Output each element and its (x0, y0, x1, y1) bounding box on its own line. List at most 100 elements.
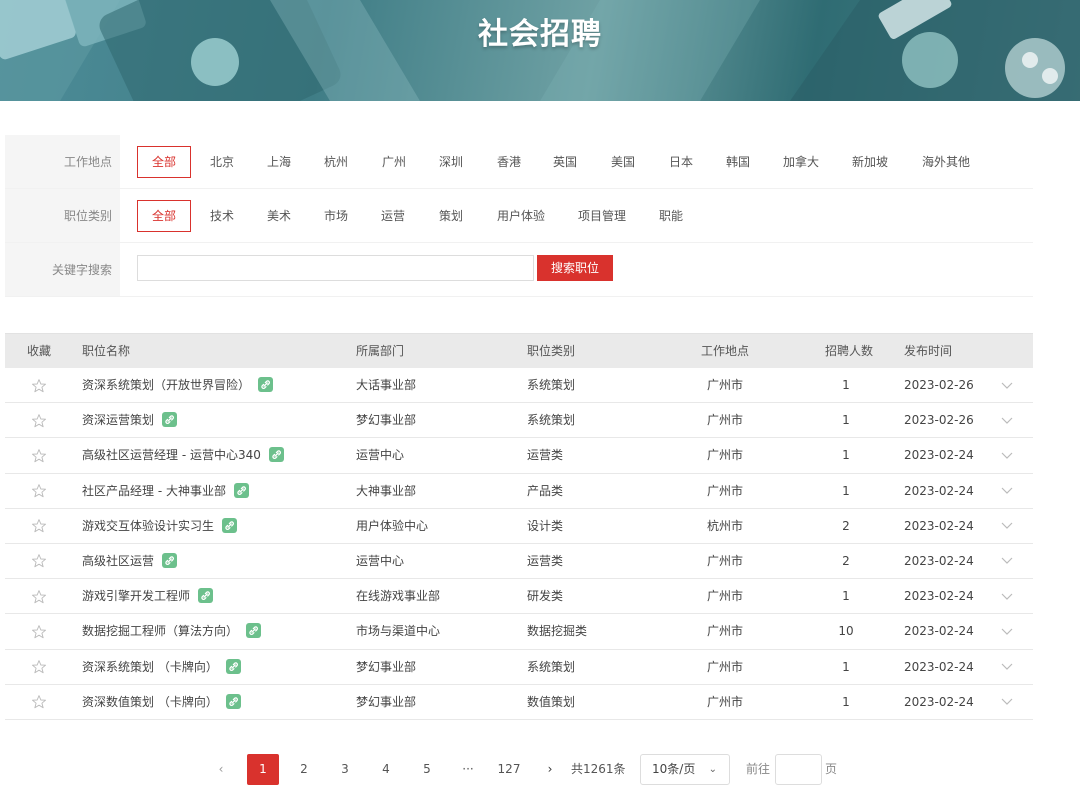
table-row[interactable]: 资深数值策划 （卡牌向） 梦幻事业部 数值策划 广州市 1 2023-02-24 (5, 685, 1033, 720)
job-name-cell[interactable]: 高级社区运营经理 - 运营中心340 (82, 438, 284, 472)
link-icon[interactable] (162, 552, 178, 568)
table-row[interactable]: 游戏引擎开发工程师 在线游戏事业部 研发类 广州市 1 2023-02-24 (5, 579, 1033, 615)
next-page-button[interactable]: › (542, 754, 558, 785)
keyword-search-input[interactable] (137, 255, 534, 281)
link-icon[interactable] (233, 482, 249, 498)
category-option[interactable]: 策划 (439, 200, 463, 232)
page-number-button[interactable]: 2 (288, 754, 320, 785)
location-option[interactable]: 美国 (611, 146, 635, 178)
goto-page-input[interactable] (775, 754, 822, 785)
expand-button[interactable] (999, 368, 1015, 402)
location-option[interactable]: 韩国 (726, 146, 750, 178)
link-icon[interactable] (225, 658, 241, 674)
category-option[interactable]: 美术 (267, 200, 291, 232)
column-header-headcount: 招聘人数 (825, 344, 874, 358)
favorite-button[interactable] (5, 438, 73, 472)
job-name-cell[interactable]: 资深系统策划（开放世界冒险） (82, 368, 274, 402)
expand-button[interactable] (999, 403, 1015, 437)
favorite-button[interactable] (5, 368, 73, 402)
table-row[interactable]: 资深系统策划 （卡牌向） 梦幻事业部 系统策划 广州市 1 2023-02-24 (5, 650, 1033, 685)
location-option[interactable]: 海外其他 (922, 146, 970, 178)
job-name-cell[interactable]: 社区产品经理 - 大神事业部 (82, 474, 249, 508)
location-option[interactable]: 英国 (553, 146, 577, 178)
category-option[interactable]: 用户体验 (497, 200, 545, 232)
link-icon[interactable] (246, 623, 262, 639)
job-name[interactable]: 社区产品经理 - 大神事业部 (82, 484, 226, 498)
job-name[interactable]: 资深运营策划 (82, 413, 154, 427)
job-name-cell[interactable]: 资深系统策划 （卡牌向） (82, 650, 241, 684)
expand-button[interactable] (999, 579, 1015, 613)
page-number-button[interactable]: 1 (247, 754, 279, 785)
location-option[interactable]: 全部 (137, 146, 191, 178)
location-option[interactable]: 上海 (267, 146, 291, 178)
job-name[interactable]: 游戏引擎开发工程师 (82, 589, 190, 603)
search-jobs-button[interactable]: 搜索职位 (537, 255, 613, 281)
location-option[interactable]: 加拿大 (783, 146, 819, 178)
link-icon[interactable] (225, 693, 241, 709)
job-name[interactable]: 数据挖掘工程师（算法方向） (82, 624, 238, 638)
table-row[interactable]: 社区产品经理 - 大神事业部 大神事业部 产品类 广州市 1 2023-02-24 (5, 474, 1033, 509)
expand-button[interactable] (999, 509, 1015, 543)
job-name-cell[interactable]: 数据挖掘工程师（算法方向） (82, 614, 262, 648)
expand-button[interactable] (999, 685, 1015, 719)
favorite-button[interactable] (5, 614, 73, 648)
job-name[interactable]: 高级社区运营 (82, 554, 154, 568)
job-name[interactable]: 资深系统策划（开放世界冒险） (82, 378, 250, 392)
expand-button[interactable] (999, 544, 1015, 578)
link-icon[interactable] (222, 517, 238, 533)
expand-button[interactable] (999, 650, 1015, 684)
location-option[interactable]: 广州 (382, 146, 406, 178)
link-icon[interactable] (258, 377, 274, 392)
favorite-button[interactable] (5, 685, 73, 719)
category-option[interactable]: 运营 (381, 200, 405, 232)
table-row[interactable]: 资深系统策划（开放世界冒险） 大话事业部 系统策划 广州市 1 2023-02-26 (5, 368, 1033, 404)
favorite-button[interactable] (5, 509, 73, 543)
category-option[interactable]: 职能 (659, 200, 683, 232)
favorite-button[interactable] (5, 403, 73, 437)
prev-page-button[interactable]: ‹ (213, 754, 229, 785)
location-option[interactable]: 北京 (210, 146, 234, 178)
table-row[interactable]: 高级社区运营 运营中心 运营类 广州市 2 2023-02-24 (5, 544, 1033, 580)
page-number-button[interactable]: 3 (329, 754, 361, 785)
job-name[interactable]: 资深系统策划 （卡牌向） (82, 660, 218, 674)
job-name-cell[interactable]: 游戏引擎开发工程师 (82, 579, 214, 613)
link-icon[interactable] (162, 412, 178, 428)
category-option[interactable]: 技术 (210, 200, 234, 232)
page-size-select[interactable]: 10条/页 ⌄ (640, 754, 730, 785)
last-page-button[interactable]: 127 (493, 754, 525, 785)
category-option[interactable]: 市场 (324, 200, 348, 232)
location-option[interactable]: 新加坡 (852, 146, 888, 178)
location-option[interactable]: 杭州 (324, 146, 348, 178)
page-number-button[interactable]: 4 (370, 754, 402, 785)
pagination-ellipsis[interactable]: ··· (452, 754, 484, 785)
job-name-cell[interactable]: 游戏交互体验设计实习生 (82, 509, 238, 543)
table-row[interactable]: 数据挖掘工程师（算法方向） 市场与渠道中心 数据挖掘类 广州市 10 2023-02-24 (5, 614, 1033, 650)
location-option[interactable]: 深圳 (439, 146, 463, 178)
job-name-cell[interactable]: 高级社区运营 (82, 544, 178, 578)
filter-panel: 工作地点 全部 北京 上海 杭州 广州 深圳 香港 英国 美国 日本 韩国 加拿大 新加坡 海外其他 职位… (5, 135, 1033, 297)
link-icon[interactable] (268, 447, 284, 463)
link-icon[interactable] (198, 588, 214, 604)
table-row[interactable]: 游戏交互体验设计实习生 用户体验中心 设计类 杭州市 2 2023-02-24 (5, 509, 1033, 544)
job-name[interactable]: 高级社区运营经理 - 运营中心340 (82, 448, 261, 462)
job-name-cell[interactable]: 资深数值策划 （卡牌向） (82, 685, 241, 719)
location-option[interactable]: 香港 (497, 146, 521, 178)
job-name[interactable]: 资深数值策划 （卡牌向） (82, 695, 218, 709)
favorite-button[interactable] (5, 650, 73, 684)
expand-button[interactable] (999, 474, 1015, 508)
category-option[interactable]: 项目管理 (578, 200, 626, 232)
table-row[interactable]: 资深运营策划 梦幻事业部 系统策划 广州市 1 2023-02-26 (5, 403, 1033, 439)
location-option[interactable]: 日本 (669, 146, 693, 178)
job-name[interactable]: 游戏交互体验设计实习生 (82, 519, 214, 533)
page-number-button[interactable]: 5 (411, 754, 443, 785)
location-cell: 广州市 (706, 589, 743, 604)
location-cell: 广州市 (706, 624, 743, 639)
table-row[interactable]: 高级社区运营经理 - 运营中心340 运营中心 运营类 广州市 1 2023-02-24 (5, 438, 1033, 474)
job-name-cell[interactable]: 资深运营策划 (82, 403, 178, 437)
favorite-button[interactable] (5, 474, 73, 508)
favorite-button[interactable] (5, 544, 73, 578)
expand-button[interactable] (999, 614, 1015, 648)
expand-button[interactable] (999, 438, 1015, 472)
favorite-button[interactable] (5, 579, 73, 613)
category-option[interactable]: 全部 (137, 200, 191, 232)
